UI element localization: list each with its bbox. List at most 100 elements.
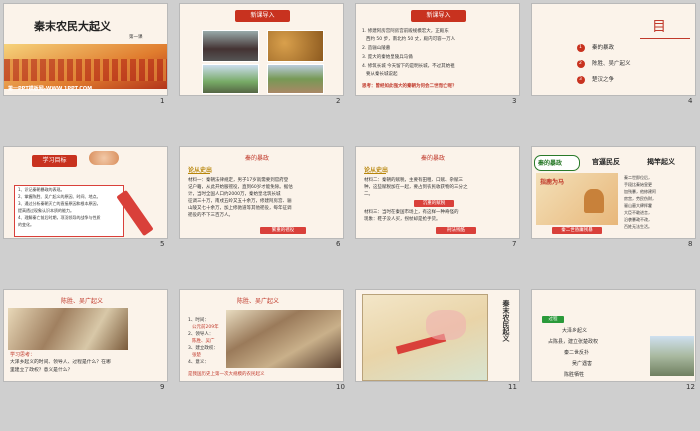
cruel-law-tag: 刑法残酷 bbox=[436, 227, 476, 234]
item-2-number: 2 bbox=[579, 61, 582, 66]
goal-line: 3、通过分析秦朝灭亡的直接原因和根本原因， bbox=[18, 201, 101, 206]
terracotta-photo bbox=[267, 30, 324, 62]
info-item: 2、领导人： bbox=[188, 332, 214, 337]
goal-line: 提高透过现象认识本质的能力。 bbox=[18, 208, 74, 213]
slide-3-line: 要从秦长城说起 bbox=[366, 72, 398, 77]
goal-line: 4、理解秦亡前后时期，项羽领导的战争与性质 bbox=[18, 215, 101, 220]
think-label: 学习思考： bbox=[10, 352, 36, 358]
slide-9[interactable]: 陈胜、吴广起义 学习思考： 大泽乡起义的时间、领导人、过程是什么？在哪 里建立了… bbox=[3, 289, 168, 382]
slide-12[interactable]: 过程 大泽乡起义 占陈县，建立张楚政权 秦二世反扑 吴广遇害 陈胜牺牲 bbox=[531, 289, 696, 382]
slide-4[interactable]: 目 1 秦的暴政 2 陈胜、吴广起义 3 楚汉之争 bbox=[531, 3, 696, 96]
slide-10[interactable]: 陈胜、吴广起义 1、时间： 公元前209年 2、领导人： 陈胜、吴广 3、建立政… bbox=[179, 289, 344, 382]
slide-11[interactable]: 秦末农民起义 bbox=[355, 289, 520, 382]
tax-tag: 沉重的赋税 bbox=[414, 200, 454, 207]
mark-underline bbox=[640, 38, 690, 39]
slide-3-line: 1. 修建阿房宫阿房宫前殿规模宏大，正殿东 bbox=[362, 29, 449, 34]
slide-number: 6 bbox=[336, 240, 341, 248]
goal-line: 的变化。 bbox=[18, 222, 34, 227]
slide-2-header: 新课导入 bbox=[235, 10, 290, 22]
slide-6[interactable]: 秦的暴政 论从史出 材料一：秦朝法律规定，男子17岁就需要到官府登 记户籍，从此… bbox=[179, 146, 344, 239]
significance-text: 是我国历史上第一次大规模的农民起义 bbox=[188, 372, 265, 377]
material-line: 征调三十万，南戍五岭又五十余万，修建阿房宫、骊 bbox=[188, 199, 292, 204]
slide-3-header: 新课导入 bbox=[411, 10, 466, 22]
slide-8[interactable]: 秦的暴政 官逼民反 揭竿起义 指鹿为马 秦二世昏庸残暴 秦二世即位后， 手段比秦… bbox=[531, 146, 696, 239]
material-line: 种，这些赋税加在一起，要占到农民收获物的三分之 bbox=[364, 185, 468, 190]
slide-8-title-3: 揭竿起义 bbox=[647, 158, 675, 166]
material-line: 现象：鞋子没人买，拐杖却是抢手货。 bbox=[364, 217, 441, 222]
material-line: 二。 bbox=[364, 192, 373, 197]
slide-3-question: 思考：曾经如此强大的秦朝为何会二世而亡呢？ bbox=[362, 84, 457, 89]
monument-photo bbox=[650, 336, 694, 376]
info-item: 4、意义： bbox=[188, 360, 209, 365]
item-2-label: 陈胜、吴广起义 bbox=[592, 61, 631, 67]
slide-4-mark: 目 bbox=[652, 19, 666, 35]
process-step: 占陈县，建立张楚政权 bbox=[548, 339, 599, 345]
caption-tag: 秦二世昏庸残暴 bbox=[552, 227, 602, 234]
material-line: 材料三：当时在秦国市场上，有这样一种奇怪的 bbox=[364, 210, 459, 215]
slide-1-footer: 第一PPT模板网-WWW.1PPT.COM bbox=[8, 86, 93, 92]
slide-2[interactable]: 新课导入 bbox=[179, 3, 344, 96]
side-text: 房宫，劳民伤财， bbox=[624, 196, 656, 201]
slide-number: 3 bbox=[512, 97, 517, 105]
heavy-labor-tag: 繁重的徭役 bbox=[260, 227, 306, 234]
slide-3[interactable]: 新课导入 1. 修建阿房宫阿房宫前殿规模宏大，正殿东 西约 50 步，南北约 5… bbox=[355, 3, 520, 96]
slide-number: 12 bbox=[686, 383, 695, 391]
slide-number: 8 bbox=[688, 240, 693, 248]
slide-8-title-2: 官逼民反 bbox=[592, 158, 620, 166]
side-text: 骊山墓大肆挥霍 bbox=[624, 203, 652, 208]
process-tag: 过程 bbox=[542, 316, 564, 323]
item-3-label: 楚汉之争 bbox=[592, 77, 615, 83]
slide-5[interactable]: 学习目标 1、识记秦朝暴政的表现。 2、掌握陈胜、吴广起义的原因、时间、地点。 … bbox=[3, 146, 168, 239]
slide-9-title: 陈胜、吴广起义 bbox=[61, 298, 104, 305]
process-step: 大泽乡起义 bbox=[562, 328, 588, 334]
side-text: 手段比秦始皇更 bbox=[624, 182, 652, 187]
uprising-painting bbox=[8, 308, 128, 350]
item-1-number: 1 bbox=[579, 45, 582, 50]
process-step: 吴广遇害 bbox=[572, 361, 593, 367]
slide-5-header: 学习目标 bbox=[32, 155, 77, 167]
slide-number: 1 bbox=[160, 97, 165, 105]
illustration-label: 指鹿为马 bbox=[540, 179, 565, 186]
slide-1-title: 秦末农民大起义 bbox=[34, 20, 111, 33]
material-line: 山陵又七十余万，加上修驰道等其他徭役，每年征调 bbox=[188, 206, 292, 211]
wall-photo bbox=[267, 64, 324, 94]
side-text: 秦二世即位后， bbox=[624, 175, 652, 180]
slide-1-subtitle: 第一课 bbox=[129, 35, 143, 40]
slide-3-line: 西约 50 步，南北约 50 丈，殿内可容一万人 bbox=[366, 37, 456, 42]
slide-3-line: 2. 造骊山陵墓 bbox=[362, 46, 391, 51]
material-line: 记户籍，从此开始服徭役，直到60岁才能免除。据估 bbox=[188, 185, 293, 190]
info-item: 1、时间： bbox=[188, 318, 209, 323]
slide-number: 4 bbox=[688, 97, 693, 105]
side-text: 加残暴，他修建阿 bbox=[624, 189, 656, 194]
info-value: 陈胜、吴广 bbox=[192, 339, 215, 344]
process-step: 秦二世反扑 bbox=[564, 350, 590, 356]
wall-pattern bbox=[4, 59, 167, 81]
slide-7-title: 秦的暴政 bbox=[421, 155, 446, 162]
think-question: 大泽乡起义的时间、领导人、过程是什么？在哪 bbox=[10, 360, 111, 365]
slide-1[interactable]: 秦末农民大起义 第一课 第一PPT模板网-WWW.1PPT.COM bbox=[3, 3, 168, 96]
slide-number: 5 bbox=[160, 240, 165, 248]
goal-line: 2、掌握陈胜、吴广起义的原因、时间、地点。 bbox=[18, 194, 101, 199]
mound-photo bbox=[202, 64, 259, 94]
slide-8-title-1: 秦的暴政 bbox=[538, 160, 563, 167]
deer-icon bbox=[584, 189, 604, 213]
info-value: 公元前209年 bbox=[192, 325, 219, 330]
side-text: 沿袭暴政不改， bbox=[624, 217, 652, 222]
think-question: 里建立了政权？意义是什么？ bbox=[10, 368, 73, 373]
label-underline bbox=[188, 173, 210, 174]
material-line: 材料一：秦朝法律规定，男子17岁就需要到官府登 bbox=[188, 178, 289, 183]
slide-number: 9 bbox=[160, 383, 165, 391]
label-underline bbox=[364, 173, 386, 174]
info-item: 3、建立政权： bbox=[188, 346, 218, 351]
children-illustration bbox=[89, 151, 119, 165]
map-region bbox=[426, 310, 466, 340]
material-line: 材料二：秦朝的赋税，主要有田租、口赋、杂赋三 bbox=[364, 178, 463, 183]
goal-line: 1、识记秦朝暴政的表现。 bbox=[18, 187, 65, 192]
slide-number: 11 bbox=[508, 383, 517, 391]
slide-7[interactable]: 秦的暴政 论从史出 材料二：秦朝的赋税，主要有田租、口赋、杂赋三 种，这些赋税加… bbox=[355, 146, 520, 239]
material-line: 徭役的不下三百万人。 bbox=[188, 213, 233, 218]
item-3-number: 3 bbox=[579, 77, 582, 82]
side-text: 百姓无法生活。 bbox=[624, 224, 652, 229]
slide-number: 10 bbox=[336, 383, 345, 391]
map-vertical-title: 秦末农民起义 bbox=[502, 300, 510, 342]
